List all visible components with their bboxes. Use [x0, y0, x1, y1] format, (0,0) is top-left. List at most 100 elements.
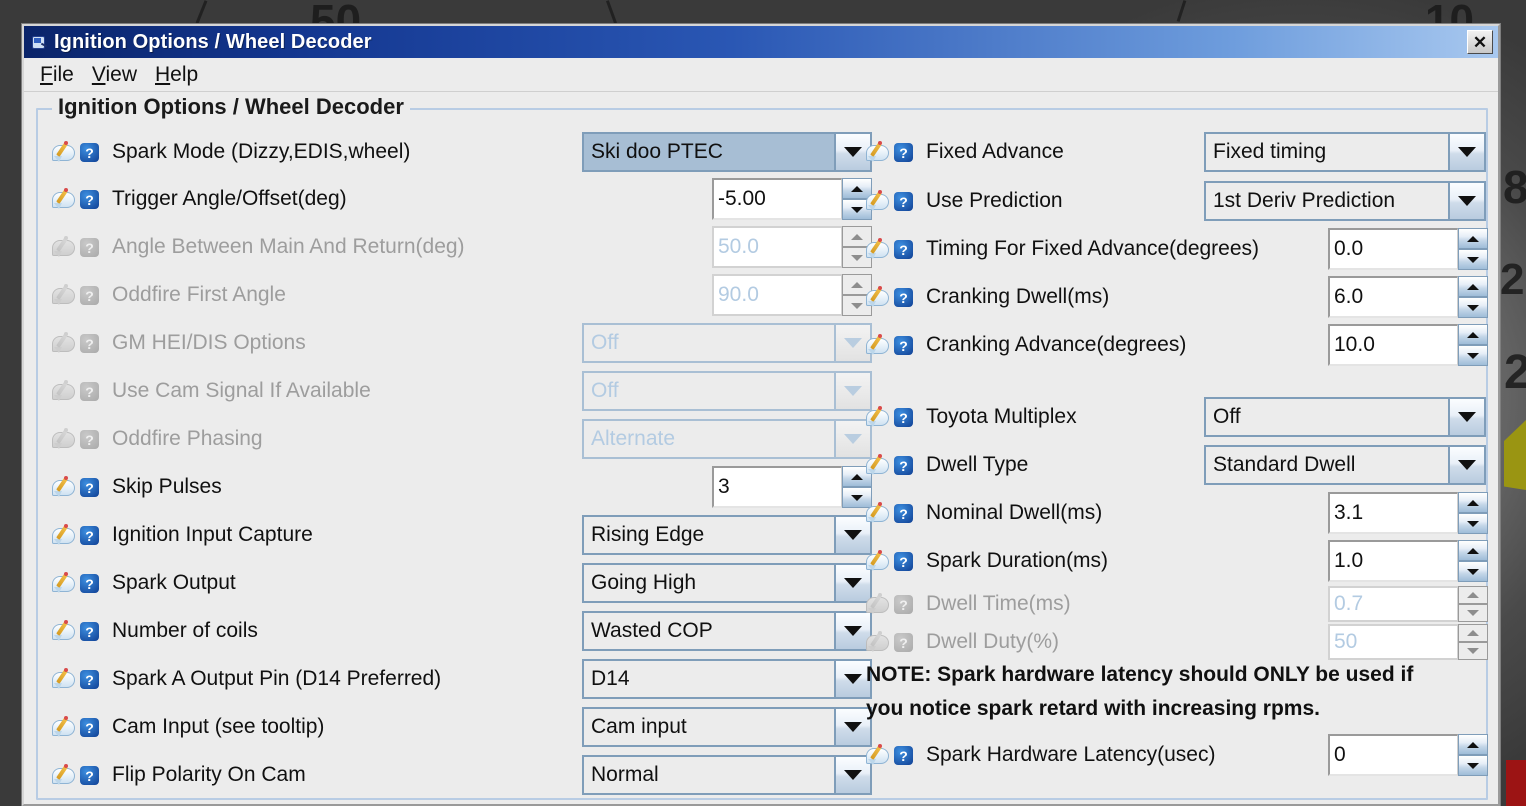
combo-value[interactable]: Ski doo PTEC	[582, 132, 834, 172]
edit-bubble-icon[interactable]	[866, 286, 890, 308]
edit-bubble-icon[interactable]	[52, 764, 76, 786]
edit-bubble-icon[interactable]	[866, 238, 890, 260]
edit-bubble-icon[interactable]	[866, 502, 890, 524]
edit-bubble-icon[interactable]	[52, 572, 76, 594]
edit-bubble-icon[interactable]	[52, 476, 76, 498]
window-titlebar[interactable]: Ignition Options / Wheel Decoder ✕	[24, 26, 1498, 58]
edit-bubble-icon[interactable]	[52, 524, 76, 546]
spinner-up-icon[interactable]	[1458, 492, 1488, 513]
help-question-icon[interactable]: ?	[893, 141, 917, 163]
chevron-down-icon[interactable]	[1448, 181, 1486, 221]
combo-value[interactable]: Fixed timing	[1204, 132, 1448, 172]
combo-ignition-input-capture[interactable]: Rising Edge	[582, 515, 872, 555]
spinner-down-icon[interactable]	[1458, 755, 1488, 776]
combo-value[interactable]: Off	[1204, 397, 1448, 437]
edit-bubble-icon[interactable]	[52, 141, 76, 163]
edit-bubble-icon[interactable]	[866, 744, 890, 766]
combo-spark-output[interactable]: Going High	[582, 563, 872, 603]
combo-value[interactable]: 1st Deriv Prediction	[1204, 181, 1448, 221]
help-question-icon[interactable]: ?	[79, 764, 103, 786]
spinner-down-icon[interactable]	[1458, 513, 1488, 534]
spinner-buttons[interactable]	[1458, 324, 1488, 366]
help-question-icon[interactable]: ?	[893, 550, 917, 572]
spinner-down-icon[interactable]	[1458, 297, 1488, 318]
spinner-up-icon[interactable]	[1458, 734, 1488, 755]
help-question-icon[interactable]: ?	[79, 476, 103, 498]
spinner-value[interactable]: 0.0	[1328, 228, 1458, 270]
edit-bubble-icon[interactable]	[866, 454, 890, 476]
spinner-buttons[interactable]	[1458, 734, 1488, 776]
combo-value[interactable]: Normal	[582, 755, 834, 795]
spinner-cranking-advance-degrees[interactable]: 10.0	[1328, 324, 1488, 366]
edit-bubble-icon[interactable]	[52, 716, 76, 738]
edit-bubble-icon[interactable]	[52, 188, 76, 210]
spinner-skip-pulses[interactable]: 3	[712, 466, 872, 508]
combo-value[interactable]: Going High	[582, 563, 834, 603]
combo-value[interactable]: Cam input	[582, 707, 834, 747]
combo-cam-input-see-tooltip[interactable]: Cam input	[582, 707, 872, 747]
chevron-down-icon[interactable]	[1448, 397, 1486, 437]
chevron-down-icon[interactable]	[1448, 132, 1486, 172]
menu-view[interactable]: View	[88, 61, 151, 89]
combo-value[interactable]: D14	[582, 659, 834, 699]
combo-number-of-coils[interactable]: Wasted COP	[582, 611, 872, 651]
help-question-icon[interactable]: ?	[893, 454, 917, 476]
edit-bubble-icon[interactable]	[866, 406, 890, 428]
menu-help[interactable]: Help	[151, 61, 212, 89]
help-question-icon[interactable]: ?	[79, 572, 103, 594]
spinner-trigger-angle-offset-deg[interactable]: -5.00	[712, 178, 872, 220]
help-question-icon[interactable]: ?	[893, 502, 917, 524]
spinner-up-icon[interactable]	[1458, 540, 1488, 561]
spinner-up-icon[interactable]	[1458, 324, 1488, 345]
edit-bubble-icon[interactable]	[52, 620, 76, 642]
spinner-buttons[interactable]	[1458, 492, 1488, 534]
spinner-up-icon[interactable]	[1458, 276, 1488, 297]
close-icon[interactable]: ✕	[1467, 30, 1493, 54]
spinner-nominal-dwell-ms[interactable]: 3.1	[1328, 492, 1488, 534]
combo-flip-polarity-on-cam[interactable]: Normal	[582, 755, 872, 795]
combo-value[interactable]: Wasted COP	[582, 611, 834, 651]
help-question-icon[interactable]: ?	[893, 334, 917, 356]
edit-bubble-icon[interactable]	[52, 668, 76, 690]
spinner-down-icon[interactable]	[1458, 345, 1488, 366]
combo-value[interactable]: Standard Dwell	[1204, 445, 1448, 485]
help-question-icon[interactable]: ?	[893, 238, 917, 260]
spinner-value[interactable]: 1.0	[1328, 540, 1458, 582]
combo-value[interactable]: Rising Edge	[582, 515, 834, 555]
spinner-value[interactable]: 6.0	[1328, 276, 1458, 318]
spinner-spark-duration-ms[interactable]: 1.0	[1328, 540, 1488, 582]
help-question-icon[interactable]: ?	[79, 620, 103, 642]
help-question-icon[interactable]: ?	[79, 141, 103, 163]
spinner-timing-for-fixed-advance-degrees[interactable]: 0.0	[1328, 228, 1488, 270]
spinner-buttons[interactable]	[1458, 276, 1488, 318]
help-question-icon[interactable]: ?	[79, 716, 103, 738]
spinner-up-icon[interactable]	[1458, 228, 1488, 249]
spinner-down-icon[interactable]	[1458, 249, 1488, 270]
help-question-icon[interactable]: ?	[79, 188, 103, 210]
combo-use-prediction[interactable]: 1st Deriv Prediction	[1204, 181, 1486, 221]
spinner-buttons[interactable]	[1458, 228, 1488, 270]
combo-spark-a-output-pin-d14-preferred[interactable]: D14	[582, 659, 872, 699]
spinner-cranking-dwell-ms[interactable]: 6.0	[1328, 276, 1488, 318]
edit-bubble-icon[interactable]	[866, 550, 890, 572]
edit-bubble-icon[interactable]	[866, 141, 890, 163]
help-question-icon[interactable]: ?	[79, 524, 103, 546]
help-question-icon[interactable]: ?	[893, 286, 917, 308]
help-question-icon[interactable]: ?	[893, 744, 917, 766]
combo-spark-mode-dizzy-edis-wheel[interactable]: Ski doo PTEC	[582, 132, 872, 172]
combo-toyota-multiplex[interactable]: Off	[1204, 397, 1486, 437]
spinner-value[interactable]: 10.0	[1328, 324, 1458, 366]
combo-fixed-advance[interactable]: Fixed timing	[1204, 132, 1486, 172]
help-question-icon[interactable]: ?	[893, 190, 917, 212]
spinner-value[interactable]: 3	[712, 466, 842, 508]
spinner-value[interactable]: 3.1	[1328, 492, 1458, 534]
spinner-down-icon[interactable]	[1458, 561, 1488, 582]
help-question-icon[interactable]: ?	[893, 406, 917, 428]
spinner-value[interactable]: 0	[1328, 734, 1458, 776]
chevron-down-icon[interactable]	[1448, 445, 1486, 485]
spinner-buttons[interactable]	[1458, 540, 1488, 582]
edit-bubble-icon[interactable]	[866, 190, 890, 212]
spinner-value[interactable]: -5.00	[712, 178, 842, 220]
spinner-spark-hardware-latency-usec[interactable]: 0	[1328, 734, 1488, 776]
combo-dwell-type[interactable]: Standard Dwell	[1204, 445, 1486, 485]
